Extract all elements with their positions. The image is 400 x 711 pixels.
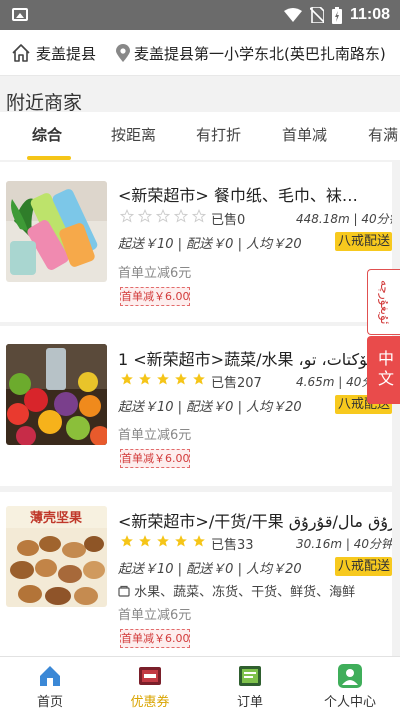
- store-name[interactable]: <新荣超市> 餐巾纸、毛巾、袜…: [118, 182, 392, 206]
- category-text: 水果、蔬菜、冻货、干货、鲜货、海鲜: [134, 585, 356, 600]
- delivery-address[interactable]: 麦盖提县第一小学东北(英巴扎南路东): [134, 43, 400, 64]
- tab-by-distance[interactable]: 按距离: [111, 124, 156, 145]
- active-tab-indicator: [27, 156, 71, 160]
- lang-chinese-tab[interactable]: 中文: [367, 336, 400, 404]
- nav-label: 首页: [36, 695, 63, 710]
- wifi-icon: [283, 8, 302, 22]
- store-name[interactable]: 1 <新荣超市>蔬菜/水果 ،كۆكتات، تو: [118, 346, 392, 370]
- star-filled-icon: [175, 535, 187, 547]
- coupon-tag: 首单减￥6.00: [120, 287, 190, 306]
- nav-label: 订单: [236, 695, 263, 710]
- gallery-notification-icon: [12, 8, 28, 21]
- home-icon: [40, 666, 60, 686]
- promo-text: 首单立减6元: [118, 608, 192, 623]
- profile-icon: [338, 664, 362, 688]
- rating-stars: [120, 534, 206, 548]
- status-bar: 11:08: [0, 0, 400, 30]
- store-category-icon: [118, 585, 130, 597]
- bottom-nav: 首页 优惠券 订单 个人中心: [0, 656, 400, 711]
- store-card[interactable]: 薄壳坚果 <新荣超市>/干货/干果 قۇرۇق مال/قۇرۇق 已售33 3…: [0, 492, 392, 656]
- store-thumbnail: [6, 344, 107, 445]
- coupon-tag: 首单减￥6.00: [120, 449, 190, 468]
- delivery-badge: 八戒配送: [335, 557, 392, 576]
- star-filled-icon: [121, 373, 133, 385]
- section-title: 附近商家: [6, 92, 83, 114]
- sold-count: 已售0: [211, 213, 246, 228]
- store-name[interactable]: <新荣超市>/干货/干果 قۇرۇق مال/قۇرۇق: [118, 508, 392, 532]
- store-thumbnail: [6, 181, 107, 282]
- distance-time: 448.18m | 40分钟: [296, 212, 392, 226]
- sold-count: 已售33: [211, 538, 254, 553]
- nav-label: 个人中心: [323, 695, 376, 710]
- order-icon: [239, 666, 261, 686]
- fee-info: 起送￥10 | 配送￥0 | 人均￥20: [118, 400, 302, 415]
- nav-orders[interactable]: 订单: [200, 657, 300, 711]
- coupon-tag: 首单减￥6.00: [120, 629, 190, 648]
- location-pin-icon: [116, 44, 130, 62]
- category-list: 水果、蔬菜、冻货、干货、鲜货、海鲜: [118, 581, 355, 600]
- tab-comprehensive[interactable]: 综合: [32, 124, 62, 145]
- sort-tabs: 综合 按距离 有打折 首单减 有满: [0, 112, 400, 160]
- battery-charging-icon: [331, 6, 342, 24]
- star-empty-icon: [174, 209, 188, 223]
- star-empty-icon: [156, 209, 170, 223]
- promo-text: 首单立减6元: [118, 428, 192, 443]
- location-header: 麦盖提县 麦盖提县第一小学东北(英巴扎南路东): [0, 30, 400, 76]
- lang-uyghur-tab[interactable]: ئۇيغۇرچە: [367, 269, 400, 335]
- fee-info: 起送￥10 | 配送￥0 | 人均￥20: [118, 562, 302, 577]
- nav-coupons[interactable]: 优惠券: [100, 657, 200, 711]
- star-filled-icon: [139, 535, 151, 547]
- star-filled-icon: [157, 373, 169, 385]
- distance-time: 30.16m | 40分钟: [296, 537, 392, 551]
- store-thumbnail: 薄壳坚果: [6, 506, 107, 607]
- clock: 11:08: [349, 6, 390, 23]
- store-card[interactable]: <新荣超市> 餐巾纸、毛巾、袜… 已售0 448.18m | 40分钟 起送￥1…: [0, 162, 392, 322]
- tab-discount[interactable]: 有打折: [196, 124, 241, 145]
- store-card[interactable]: 1 <新荣超市>蔬菜/水果 ،كۆكتات، تو 已售207 4.65m | …: [0, 326, 392, 486]
- star-filled-icon: [193, 373, 205, 385]
- star-empty-icon: [120, 209, 134, 223]
- tab-first-order[interactable]: 首单减: [282, 124, 327, 145]
- nav-home[interactable]: 首页: [0, 657, 100, 711]
- coupon-icon: [139, 667, 161, 685]
- delivery-badge: 八戒配送: [335, 232, 392, 251]
- tab-full-reduction[interactable]: 有满: [368, 124, 398, 145]
- rating-stars: [120, 372, 206, 386]
- star-empty-icon: [192, 209, 206, 223]
- star-filled-icon: [175, 373, 187, 385]
- sold-count: 已售207: [211, 376, 262, 391]
- nav-profile[interactable]: 个人中心: [300, 657, 400, 711]
- home-icon[interactable]: [11, 43, 31, 63]
- no-sim-icon: [309, 7, 324, 23]
- fee-info: 起送￥10 | 配送￥0 | 人均￥20: [118, 237, 302, 252]
- star-filled-icon: [139, 373, 151, 385]
- nav-label: 优惠券: [130, 695, 170, 710]
- star-filled-icon: [193, 535, 205, 547]
- promo-text: 首单立减6元: [118, 266, 192, 281]
- star-filled-icon: [121, 535, 133, 547]
- star-filled-icon: [157, 535, 169, 547]
- thumb-caption: 薄壳坚果: [30, 510, 82, 526]
- star-empty-icon: [138, 209, 152, 223]
- county-selector[interactable]: 麦盖提县: [36, 43, 96, 64]
- rating-stars: [120, 209, 206, 223]
